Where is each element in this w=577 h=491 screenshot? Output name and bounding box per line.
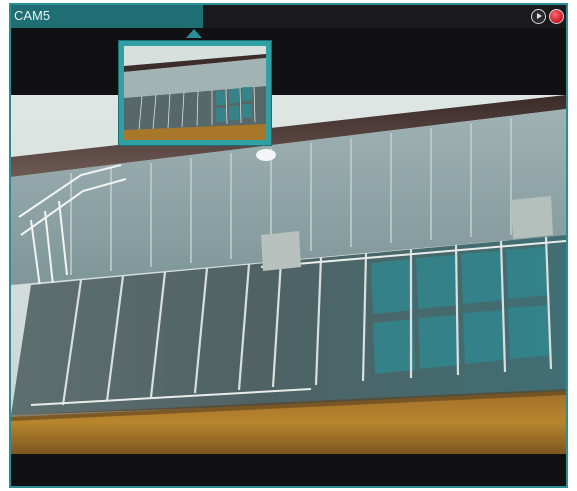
thumbnail-image <box>124 46 266 140</box>
tab-pointer <box>186 28 202 38</box>
preview-thumbnail[interactable] <box>119 41 271 145</box>
camera-view-panel: CAM5 <box>9 3 568 488</box>
video-frame-image <box>11 95 566 454</box>
bottom-bar <box>11 454 566 486</box>
title-bar: CAM5 <box>11 5 566 28</box>
record-icon[interactable] <box>549 9 564 24</box>
camera-tab[interactable]: CAM5 <box>11 5 203 28</box>
play-icon[interactable] <box>531 9 546 24</box>
video-feed[interactable] <box>11 95 566 454</box>
camera-title: CAM5 <box>14 8 51 23</box>
